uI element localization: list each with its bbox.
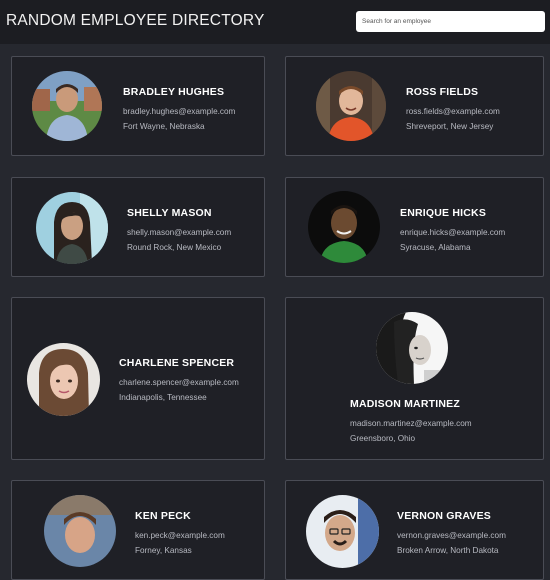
employee-email[interactable]: charlene.spencer@example.com (119, 375, 239, 390)
avatar (32, 71, 102, 141)
employee-info: KEN PECK ken.peck@example.com Forney, Ka… (135, 510, 225, 558)
employee-card[interactable]: BRADLEY HUGHES bradley.hughes@example.co… (11, 56, 265, 156)
employee-location: Round Rock, New Mexico (127, 243, 222, 252)
employee-location: Shreveport, New Jersey (406, 122, 494, 131)
employee-location: Indianapolis, Tennessee (119, 393, 207, 402)
employee-name: MADISON MARTINEZ (350, 398, 460, 410)
employee-name: KEN PECK (135, 510, 191, 522)
employee-info: CHARLENE SPENCER charlene.spencer@exampl… (119, 357, 239, 405)
employee-email[interactable]: madison.martinez@example.com (350, 416, 472, 431)
employee-info: VERNON GRAVES vernon.graves@example.com … (397, 510, 506, 558)
avatar (376, 312, 448, 384)
employee-location: Syracuse, Alabama (400, 243, 471, 252)
employee-info: MADISON MARTINEZ madison.martinez@exampl… (350, 398, 472, 446)
employee-name: ROSS FIELDS (406, 86, 479, 98)
avatar (36, 192, 108, 264)
employee-name: CHARLENE SPENCER (119, 357, 235, 369)
employee-name: VERNON GRAVES (397, 510, 492, 522)
employee-card[interactable]: MADISON MARTINEZ madison.martinez@exampl… (285, 297, 544, 460)
employee-card[interactable]: ENRIQUE HICKS enrique.hicks@example.com … (285, 177, 544, 277)
employee-location: Forney, Kansas (135, 546, 192, 555)
employee-location: Fort Wayne, Nebraska (123, 122, 205, 131)
employee-email[interactable]: enrique.hicks@example.com (400, 225, 505, 240)
employee-info: BRADLEY HUGHES bradley.hughes@example.co… (123, 86, 235, 134)
employee-location: Broken Arrow, North Dakota (397, 546, 499, 555)
search-input[interactable] (356, 11, 545, 32)
app-header: RANDOM EMPLOYEE DIRECTORY (0, 0, 550, 44)
avatar (316, 71, 386, 141)
employee-email[interactable]: shelly.mason@example.com (127, 225, 231, 240)
employee-card[interactable]: CHARLENE SPENCER charlene.spencer@exampl… (11, 297, 265, 460)
employee-info: SHELLY MASON shelly.mason@example.com Ro… (127, 207, 231, 255)
employee-email[interactable]: bradley.hughes@example.com (123, 104, 235, 119)
employee-card[interactable]: ROSS FIELDS ross.fields@example.com Shre… (285, 56, 544, 156)
employee-name: SHELLY MASON (127, 207, 212, 219)
avatar (27, 343, 100, 416)
employee-name: ENRIQUE HICKS (400, 207, 487, 219)
employee-card[interactable]: VERNON GRAVES vernon.graves@example.com … (285, 480, 544, 580)
employee-card[interactable]: SHELLY MASON shelly.mason@example.com Ro… (11, 177, 265, 277)
avatar (306, 495, 379, 568)
employee-info: ROSS FIELDS ross.fields@example.com Shre… (406, 86, 500, 134)
employee-location: Greensboro, Ohio (350, 434, 416, 443)
avatar (44, 495, 116, 567)
employee-info: ENRIQUE HICKS enrique.hicks@example.com … (400, 207, 505, 255)
employee-name: BRADLEY HUGHES (123, 86, 225, 98)
employee-email[interactable]: ross.fields@example.com (406, 104, 500, 119)
employee-card[interactable]: KEN PECK ken.peck@example.com Forney, Ka… (11, 480, 265, 580)
employee-email[interactable]: vernon.graves@example.com (397, 528, 506, 543)
page-title: RANDOM EMPLOYEE DIRECTORY (6, 12, 265, 29)
avatar (308, 191, 380, 263)
employee-email[interactable]: ken.peck@example.com (135, 528, 225, 543)
